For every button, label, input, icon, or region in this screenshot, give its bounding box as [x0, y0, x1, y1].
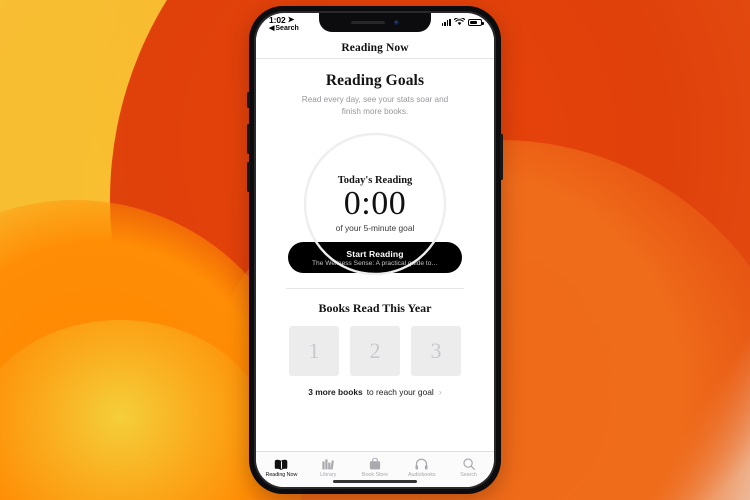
book-slot[interactable]: 1: [289, 326, 339, 377]
back-chevron-icon: ◀: [269, 25, 275, 33]
tab-label: Library: [320, 472, 337, 479]
phone-screen: 1:02 ➤ ◀ Search Reading Now Reading Goal…: [256, 13, 494, 487]
volume-down-button[interactable]: [247, 162, 250, 192]
library-books-icon: [322, 458, 335, 471]
tab-reading-now[interactable]: Reading Now: [258, 458, 305, 479]
book-slot[interactable]: 3: [411, 326, 461, 377]
reading-goals-heading: Reading Goals: [325, 72, 425, 89]
reading-progress-ring: Today's Reading 0:00 of your 5-minute go…: [299, 128, 451, 276]
home-indicator[interactable]: [333, 480, 417, 483]
status-time: 1:02 ➤: [269, 15, 299, 25]
earpiece-speaker-icon: [351, 21, 385, 24]
device-notch: [319, 13, 431, 32]
tab-label: Search: [460, 472, 477, 479]
books-goal-link[interactable]: 3 more books to reach your goal ›: [308, 387, 442, 397]
books-goal-rest: to reach your goal: [366, 387, 434, 398]
page-title: Reading Now: [341, 41, 409, 54]
reading-goals-subtitle: Read every day, see your stats soar and …: [301, 95, 449, 116]
navigation-bar: Reading Now: [256, 37, 494, 59]
daily-goal-label: of your 5-minute goal: [335, 223, 415, 234]
books-goal-count: 3 more books: [308, 387, 363, 398]
section-divider: [286, 288, 464, 290]
tab-audiobooks[interactable]: Audiobooks: [398, 458, 445, 479]
volume-up-button[interactable]: [247, 124, 250, 154]
shopping-bag-icon: [369, 458, 381, 471]
location-arrow-icon: ➤: [287, 15, 295, 25]
reading-timer-value: 0:00: [343, 184, 407, 222]
chevron-right-icon: ›: [438, 387, 442, 398]
books-read-heading: Books Read This Year: [318, 301, 432, 316]
main-content: Reading Goals Read every day, see your s…: [256, 59, 494, 451]
open-book-icon: [274, 458, 289, 471]
phone-bezel: 1:02 ➤ ◀ Search Reading Now Reading Goal…: [254, 11, 496, 489]
book-slot[interactable]: 2: [350, 326, 400, 377]
wifi-icon: [454, 18, 465, 26]
silent-switch-button[interactable]: [247, 92, 250, 108]
tab-label: Book Store: [361, 472, 389, 479]
phone-device: 1:02 ➤ ◀ Search Reading Now Reading Goal…: [247, 6, 503, 494]
tab-label: Reading Now: [265, 472, 298, 479]
back-to-search-link[interactable]: ◀ Search: [269, 25, 299, 32]
books-read-row: 1 2 3: [289, 326, 461, 377]
status-bar-left: 1:02 ➤ ◀ Search: [269, 15, 299, 33]
front-camera-icon: [394, 20, 399, 25]
tab-search[interactable]: Search: [445, 458, 492, 479]
tab-label: Audiobooks: [407, 472, 436, 479]
cellular-signal-icon: [441, 18, 451, 26]
back-link-label: Search: [275, 25, 299, 33]
tab-library[interactable]: Library: [305, 458, 352, 479]
progress-ring-text: Today's Reading 0:00 of your 5-minute go…: [336, 175, 415, 246]
tab-book-store[interactable]: Book Store: [352, 458, 399, 479]
power-button[interactable]: [500, 134, 503, 180]
status-bar-right: [441, 16, 484, 26]
search-icon: [462, 458, 475, 471]
status-time-label: 1:02: [269, 15, 286, 25]
headphones-icon: [415, 458, 428, 471]
battery-icon: [468, 18, 484, 26]
